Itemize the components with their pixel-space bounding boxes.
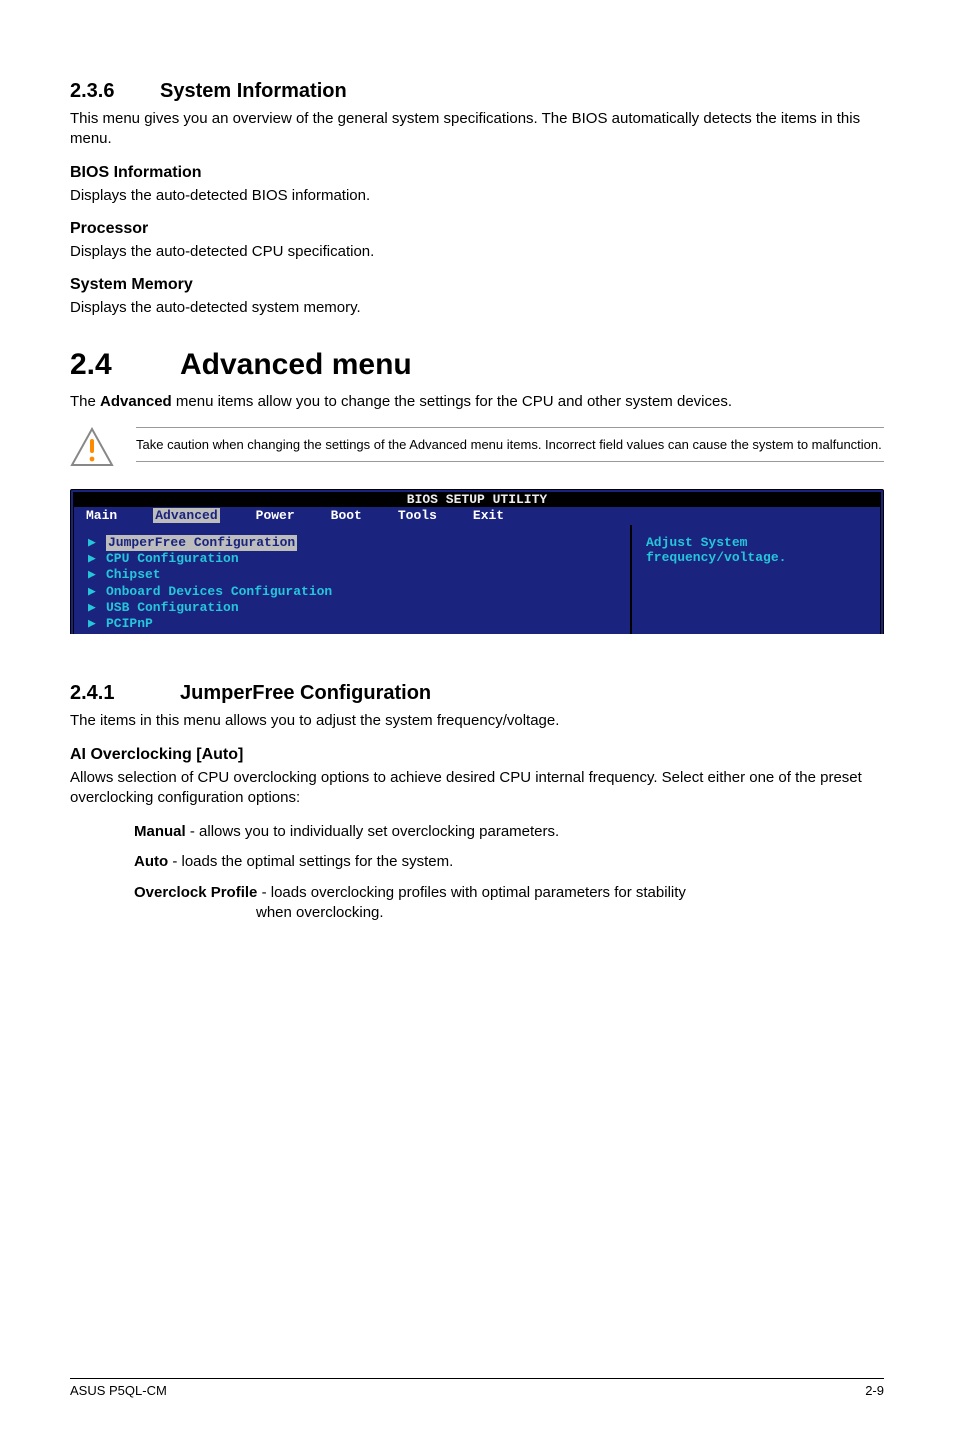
option-manual: Manual - allows you to individually set … [134, 822, 884, 842]
heading-2-3-6: 2.3.6System Information [70, 80, 884, 103]
bios-screenshot: BIOS SETUP UTILITY Main Advanced Power B… [70, 489, 884, 651]
heading-2-4: 2.4Advanced menu [70, 348, 884, 382]
paragraph: Displays the auto-detected CPU specifica… [70, 242, 884, 262]
bios-item-pcipnp: PCIPnP [106, 616, 153, 632]
caution-triangle-icon [70, 427, 114, 467]
bios-menu-boot: Boot [331, 508, 362, 523]
footer-page-number: 2-9 [865, 1383, 884, 1398]
bios-item-chipset: Chipset [106, 567, 161, 583]
paragraph: Allows selection of CPU overclocking opt… [70, 768, 884, 809]
option-list: Manual - allows you to individually set … [134, 822, 884, 923]
paragraph: The items in this menu allows you to adj… [70, 711, 884, 731]
heading-text: System Information [160, 80, 347, 102]
heading-2-4-1: 2.4.1JumperFree Configuration [70, 682, 884, 705]
paragraph: This menu gives you an overview of the g… [70, 109, 884, 150]
footer-product: ASUS P5QL-CM [70, 1383, 167, 1398]
bios-menu-bar: Main Advanced Power Boot Tools Exit [74, 507, 880, 525]
subheading-bios-info: BIOS Information [70, 164, 884, 182]
heading-text: JumperFree Configuration [180, 682, 431, 704]
heading-number: 2.4.1 [70, 682, 180, 705]
bios-menu-main: Main [86, 508, 117, 523]
heading-text: Advanced menu [180, 348, 412, 381]
triangle-right-icon: ▶ [88, 535, 106, 551]
page-footer: ASUS P5QL-CM 2-9 [70, 1378, 884, 1398]
heading-number: 2.4 [70, 348, 180, 382]
bios-item-usb: USB Configuration [106, 600, 239, 616]
heading-number: 2.3.6 [70, 80, 160, 103]
bios-item-jumperfree: JumperFree Configuration [106, 535, 297, 551]
bios-help-line: Adjust System [646, 535, 866, 550]
paragraph: Displays the auto-detected system memory… [70, 298, 884, 318]
option-overclock-profile: Overclock Profile - loads overclocking p… [134, 883, 884, 924]
triangle-right-icon: ▶ [88, 600, 106, 616]
triangle-right-icon: ▶ [88, 616, 106, 632]
bios-item-list: ▶JumperFree Configuration ▶CPU Configura… [74, 525, 632, 647]
bios-help-pane: Adjust System frequency/voltage. [632, 525, 880, 647]
triangle-right-icon: ▶ [88, 567, 106, 583]
bios-menu-tools: Tools [398, 508, 437, 523]
subheading-processor: Processor [70, 220, 884, 238]
bios-curved-bottom [70, 634, 884, 660]
bios-menu-exit: Exit [473, 508, 504, 523]
bios-menu-power: Power [256, 508, 295, 523]
paragraph: The Advanced menu items allow you to cha… [70, 392, 884, 412]
paragraph: Displays the auto-detected BIOS informat… [70, 186, 884, 206]
triangle-right-icon: ▶ [88, 551, 106, 567]
bios-item-cpu: CPU Configuration [106, 551, 239, 567]
bios-item-onboard: Onboard Devices Configuration [106, 584, 332, 600]
bios-title: BIOS SETUP UTILITY [74, 493, 880, 507]
subheading-ai-overclocking: AI Overclocking [Auto] [70, 746, 884, 764]
triangle-right-icon: ▶ [88, 584, 106, 600]
caution-note: Take caution when changing the settings … [70, 427, 884, 467]
bios-menu-advanced: Advanced [153, 508, 219, 523]
option-auto: Auto - loads the optimal settings for th… [134, 852, 884, 872]
subheading-system-memory: System Memory [70, 276, 884, 294]
note-text: Take caution when changing the settings … [136, 427, 884, 463]
bios-help-line: frequency/voltage. [646, 550, 866, 565]
